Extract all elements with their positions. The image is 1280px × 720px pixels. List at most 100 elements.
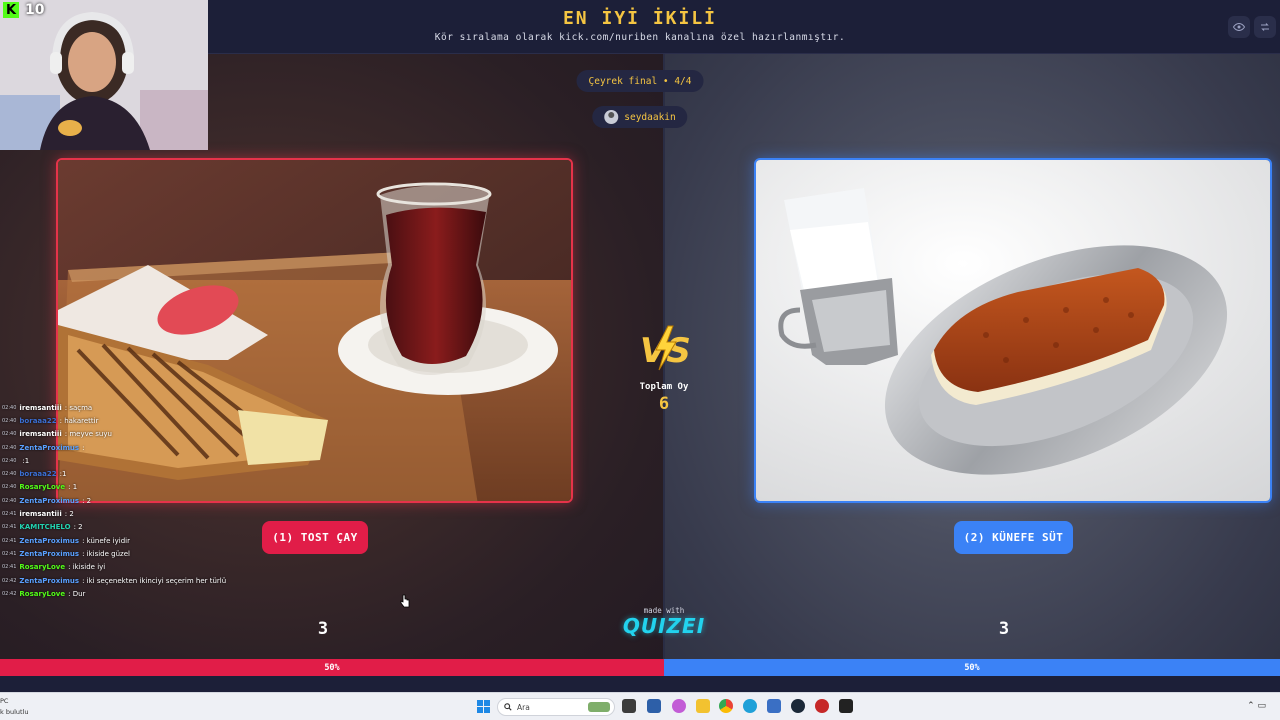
chat-username[interactable]: RosaryLove <box>19 563 65 571</box>
chat-text: : <box>82 443 85 452</box>
total-votes-label: Toplam Oy <box>639 382 689 392</box>
taskbar-app-icon-3[interactable] <box>815 699 829 713</box>
chat-timestamp: 02:41 <box>2 511 17 518</box>
search-placeholder: Ara <box>517 702 530 712</box>
chat-text: : 2 <box>73 523 83 532</box>
chat-username[interactable]: boraaa22 <box>19 470 56 478</box>
creator-name: seydaakin <box>624 111 676 123</box>
chat-username[interactable]: iremsantiii <box>19 510 61 518</box>
chat-username[interactable]: RosaryLove <box>19 590 65 598</box>
round-pill: Çeyrek final • 4/4 <box>576 70 704 92</box>
chrome-icon[interactable] <box>719 699 733 713</box>
start-button[interactable] <box>477 700 490 713</box>
eye-icon <box>1233 22 1245 32</box>
chat-text: : ikiside iyi <box>68 563 106 572</box>
chat-timestamp: 02:41 <box>2 564 17 571</box>
chat-timestamp: 02:41 <box>2 537 17 544</box>
chat-timestamp: 02:40 <box>2 431 17 438</box>
chat-username[interactable]: boraaa22 <box>19 417 56 425</box>
option-2-card[interactable] <box>754 158 1272 503</box>
chat-message: 02:41 KAMITCHELO: 2 <box>0 521 260 534</box>
search-icon <box>504 703 512 711</box>
chat-timestamp: 02:40 <box>2 497 17 504</box>
system-tray[interactable]: ⌃ ▭ <box>1247 701 1266 711</box>
windows-taskbar: PC k bulutlu Ara ⌃ ▭ <box>0 692 1280 720</box>
chat-message: 02:42 ZentaProximus: iki seçenekten ikinc… <box>0 574 260 587</box>
taskbar-app-icon-1[interactable] <box>647 699 661 713</box>
weather-line-1: PC <box>0 697 9 705</box>
chat-message: 02:40 ZentaProximus: <box>0 441 260 454</box>
quiz-stage: EN İYİ İKİLİ Kör sıralama olarak kick.co… <box>0 0 1280 692</box>
chat-username[interactable]: iremsantiii <box>19 430 61 438</box>
chat-timestamp: 02:40 <box>2 471 17 478</box>
chat-text: : meyve suyu <box>64 430 112 439</box>
chat-message: 02:41 ZentaProximus: künefe iyidir <box>0 534 260 547</box>
option-1-percent: 50% <box>324 662 340 673</box>
total-votes-value: 6 <box>658 394 670 414</box>
chat-text: :1 <box>22 456 30 465</box>
file-explorer-icon[interactable] <box>696 699 710 713</box>
chat-message: 02:40 iremsantiii: meyve suyu <box>0 428 260 441</box>
chat-message: 02:41 RosaryLove: ikiside iyi <box>0 561 260 574</box>
chat-username[interactable]: RosaryLove <box>19 483 65 491</box>
creator-avatar <box>604 110 619 124</box>
chat-timestamp: 02:40 <box>2 484 17 491</box>
option-2-vote-count: 3 <box>998 619 1010 639</box>
weather-line-2: k bulutlu <box>0 708 29 716</box>
chat-overlay: 02:40 iremsantiii: saçma 02:40 boraaa22: ha… <box>0 401 260 600</box>
weather-widget[interactable]: PC k bulutlu <box>0 696 28 718</box>
copilot-icon[interactable] <box>672 699 686 713</box>
option-1-vote-count: 3 <box>317 619 329 639</box>
chat-message: 02:40 boraaa22:1 <box>0 467 260 480</box>
steam-icon[interactable] <box>791 699 805 713</box>
kunefe-sut-image <box>756 160 1270 501</box>
chat-message: 02:41 ZentaProximus: ikiside güzel <box>0 547 260 560</box>
option-2-percent: 50% <box>964 662 980 673</box>
streamer-webcam-image <box>0 0 208 150</box>
chat-text: : saçma <box>64 403 93 412</box>
chat-text: : 2 <box>82 496 92 505</box>
chat-timestamp: 02:40 <box>2 404 17 411</box>
chat-timestamp: 02:42 <box>2 590 17 597</box>
chat-message: 02:40 :1 <box>0 454 260 467</box>
edge-icon[interactable] <box>743 699 757 713</box>
eye-button[interactable] <box>1228 16 1250 38</box>
webcam-overlay: K 10 <box>0 0 208 150</box>
chat-username[interactable]: ZentaProximus <box>19 577 79 585</box>
chat-username[interactable]: ZentaProximus <box>19 497 79 505</box>
settings-button[interactable] <box>1254 16 1276 38</box>
chat-message: 02:42 RosaryLove: Dur <box>0 587 260 600</box>
chat-username[interactable]: ZentaProximus <box>19 537 79 545</box>
chat-text: :1 <box>59 470 67 479</box>
taskbar-app-icon-2[interactable] <box>767 699 781 713</box>
chat-username[interactable]: ZentaProximus <box>19 444 79 452</box>
versus-icon: VS <box>640 325 691 371</box>
task-view-icon[interactable] <box>622 699 636 713</box>
taskbar-search[interactable]: Ara <box>497 698 615 716</box>
creator-pill[interactable]: seydaakin <box>592 106 688 128</box>
chat-text: : iki seçenekten ikinciyi seçerim her tü… <box>82 576 227 585</box>
vote-option-2-button[interactable]: (2) KÜNEFE SÜT <box>954 521 1073 554</box>
kick-viewer-badge: K 10 <box>3 2 44 18</box>
chat-message: 02:41 iremsantiii: 2 <box>0 507 260 520</box>
chat-username[interactable]: KAMITCHELO <box>19 523 70 531</box>
chat-timestamp: 02:40 <box>2 417 17 424</box>
chat-text: : Dur <box>68 589 86 598</box>
option-1-percent-bar: 50% <box>0 659 664 676</box>
epic-games-icon[interactable] <box>839 699 853 713</box>
chat-message: 02:40 iremsantiii: saçma <box>0 401 260 414</box>
option-2-percent-bar: 50% <box>664 659 1280 676</box>
chat-timestamp: 02:41 <box>2 550 17 557</box>
chat-text: : hakarettir <box>59 416 99 425</box>
chat-text: : ikiside güzel <box>82 549 130 558</box>
chat-username[interactable]: iremsantiii <box>19 404 61 412</box>
vote-option-1-button[interactable]: (1) TOST ÇAY <box>262 521 368 554</box>
bottom-strip <box>0 676 1280 692</box>
chat-timestamp: 02:40 <box>2 444 17 451</box>
chat-timestamp: 02:40 <box>2 457 17 464</box>
chat-message: 02:40 boraaa22: hakarettir <box>0 414 260 427</box>
chat-username[interactable]: ZentaProximus <box>19 550 79 558</box>
chat-timestamp: 02:42 <box>2 577 17 584</box>
chat-text: : künefe iyidir <box>82 536 130 545</box>
brand-logo[interactable]: QUIZEI <box>614 614 714 638</box>
